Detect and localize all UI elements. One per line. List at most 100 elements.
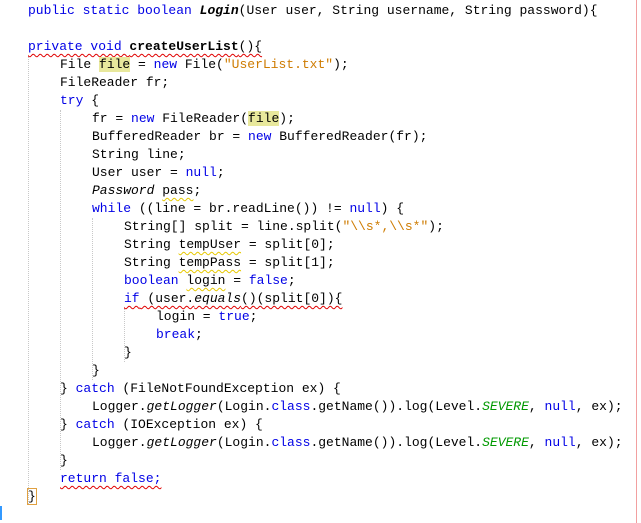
code-line[interactable]: Logger.getLogger(Login.class.getName()).… bbox=[92, 434, 623, 452]
code-line[interactable]: while ((line = br.readLine()) != null) { bbox=[92, 200, 404, 218]
code-token: false bbox=[248, 273, 288, 288]
code-line[interactable]: FileReader fr; bbox=[60, 74, 169, 92]
code-token: ; bbox=[249, 309, 258, 324]
code-token: } bbox=[124, 345, 132, 360]
code-line[interactable]: User user = null; bbox=[92, 164, 225, 182]
code-token: .getName()).log(Level. bbox=[310, 399, 483, 414]
code-line[interactable]: String tempPass = split[1]; bbox=[124, 254, 335, 272]
code-token: } bbox=[92, 363, 100, 378]
code-token: while bbox=[92, 201, 132, 216]
code-token: ((line = br.readLine()) != bbox=[131, 201, 350, 216]
code-token: (user. bbox=[139, 291, 195, 306]
code-line[interactable]: private void createUserList(){ bbox=[28, 38, 262, 56]
code-token: String line; bbox=[92, 147, 186, 162]
code-token: tempUser bbox=[178, 237, 242, 252]
code-token: File( bbox=[177, 57, 224, 72]
code-token: ()(split[0]){ bbox=[241, 291, 343, 306]
code-token: getLogger bbox=[146, 399, 217, 414]
code-token: getLogger bbox=[146, 435, 217, 450]
code-line[interactable]: } catch (FileNotFoundException ex) { bbox=[60, 380, 341, 398]
code-token: createUserList bbox=[129, 39, 239, 54]
code-token: } bbox=[60, 417, 76, 432]
code-token: ); bbox=[333, 57, 349, 72]
code-token: (Login. bbox=[216, 399, 272, 414]
code-token: pass bbox=[162, 183, 194, 198]
code-token: String[] split = line.split( bbox=[124, 219, 343, 234]
code-token: return false; bbox=[60, 471, 162, 486]
code-token: , bbox=[528, 435, 545, 450]
code-line[interactable]: BufferedReader br = new BufferedReader(f… bbox=[92, 128, 427, 146]
code-line[interactable]: try { bbox=[60, 92, 99, 110]
code-line[interactable]: break; bbox=[156, 326, 203, 344]
code-line[interactable]: fr = new FileReader(file); bbox=[92, 110, 295, 128]
code-line[interactable]: login = true; bbox=[156, 308, 257, 326]
code-token: file bbox=[99, 57, 131, 72]
code-token: file bbox=[248, 111, 280, 126]
code-token: Login bbox=[199, 3, 239, 18]
code-token: Password bbox=[92, 183, 155, 198]
code-token: new bbox=[153, 57, 178, 72]
code-token: = bbox=[130, 57, 154, 72]
code-token: if bbox=[124, 291, 140, 306]
code-token: (){ bbox=[238, 39, 263, 54]
code-token: null bbox=[185, 165, 217, 180]
code-line[interactable]: } catch (IOException ex) { bbox=[60, 416, 263, 434]
code-token: ; bbox=[193, 183, 202, 198]
code-token: File bbox=[60, 57, 100, 72]
code-line[interactable]: File file = new File("UserList.txt"); bbox=[60, 56, 349, 74]
code-token: new bbox=[248, 129, 272, 144]
indent-guide bbox=[92, 218, 93, 380]
code-token: class bbox=[271, 399, 311, 414]
code-token: null bbox=[544, 435, 576, 450]
code-token: FileReader( bbox=[154, 111, 249, 126]
code-token: Logger. bbox=[92, 435, 147, 450]
code-token: String bbox=[124, 255, 179, 270]
code-token: FileReader fr; bbox=[60, 75, 170, 90]
code-token: BufferedReader br = bbox=[92, 129, 249, 144]
code-token: = split[0]; bbox=[241, 237, 335, 252]
code-token: ); bbox=[428, 219, 444, 234]
code-token: .getName()).log(Level. bbox=[310, 435, 483, 450]
code-line[interactable]: public static boolean Login(User user, S… bbox=[28, 2, 598, 20]
code-line[interactable]: boolean login = false; bbox=[124, 272, 296, 290]
code-token: BufferedReader(fr); bbox=[271, 129, 428, 144]
code-line[interactable]: String[] split = line.split("\\s*,\\s*")… bbox=[124, 218, 444, 236]
code-token: , ex); bbox=[575, 435, 623, 450]
code-token: SEVERE bbox=[482, 435, 529, 450]
code-line[interactable]: Password pass; bbox=[92, 182, 201, 200]
code-token: } bbox=[60, 453, 68, 468]
code-token: SEVERE bbox=[482, 399, 529, 414]
right-margin-line bbox=[636, 0, 637, 523]
code-token: ; bbox=[287, 273, 296, 288]
code-token: true bbox=[218, 309, 250, 324]
code-token: public static boolean bbox=[28, 3, 200, 18]
code-token: = bbox=[225, 273, 249, 288]
indent-guide bbox=[28, 56, 29, 504]
code-line[interactable]: String line; bbox=[92, 146, 186, 164]
code-token: try bbox=[60, 93, 84, 108]
code-token: tempPass bbox=[178, 255, 242, 270]
code-line[interactable]: } bbox=[92, 362, 100, 380]
code-line[interactable]: } bbox=[27, 488, 37, 506]
code-line[interactable]: } bbox=[124, 344, 132, 362]
code-line[interactable]: if (user.equals()(split[0]){ bbox=[124, 290, 342, 308]
code-token: ; bbox=[195, 327, 203, 342]
code-token: class bbox=[271, 435, 311, 450]
code-token: null bbox=[544, 399, 576, 414]
code-editor[interactable]: public static boolean Login(User user, S… bbox=[0, 0, 641, 523]
code-token: break bbox=[156, 327, 196, 342]
code-token: } bbox=[60, 381, 76, 396]
code-line[interactable]: String tempUser = split[0]; bbox=[124, 236, 335, 254]
code-token: "\\s*,\\s*" bbox=[342, 219, 429, 234]
code-line[interactable]: return false; bbox=[60, 470, 161, 488]
code-token: String bbox=[124, 237, 179, 252]
code-token: login bbox=[186, 273, 226, 288]
code-token: , ex); bbox=[575, 399, 623, 414]
code-line[interactable]: } bbox=[60, 452, 68, 470]
code-token: (FileNotFoundException ex) { bbox=[114, 381, 341, 396]
code-token: = split[1]; bbox=[241, 255, 335, 270]
code-token: (IOException ex) { bbox=[114, 417, 263, 432]
code-token: ); bbox=[279, 111, 295, 126]
code-line[interactable]: Logger.getLogger(Login.class.getName()).… bbox=[92, 398, 623, 416]
code-token: "UserList.txt" bbox=[223, 57, 334, 72]
